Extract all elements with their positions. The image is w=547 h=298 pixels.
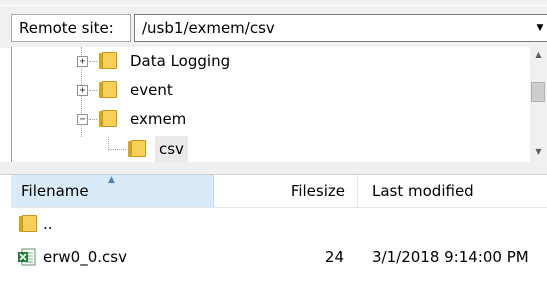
excel-csv-icon	[18, 248, 36, 266]
folder-icon	[19, 215, 38, 232]
column-label: Filename	[21, 182, 89, 200]
expand-icon[interactable]: +	[77, 85, 88, 96]
sort-ascending-icon: ▲	[108, 175, 115, 185]
tree-connector	[89, 119, 97, 120]
expand-icon[interactable]: +	[77, 56, 88, 67]
scroll-down-icon[interactable]: ▼	[530, 144, 547, 160]
pane-splitter[interactable]	[0, 162, 547, 175]
remote-site-bar: Remote site: /usb1/exmem/csv ▼	[0, 5, 547, 48]
file-last-modified: 3/1/2018 9:14:00 PM	[372, 248, 529, 266]
file-name: ..	[43, 215, 53, 233]
remote-file-list: .. erw0_0.csv 24 3/1/2018 9:14:00 PM	[11, 208, 547, 298]
table-row[interactable]: erw0_0.csv 24 3/1/2018 9:14:00 PM	[11, 242, 547, 272]
tree-connector	[89, 61, 97, 62]
folder-icon	[99, 81, 118, 98]
remote-site-path-input[interactable]: /usb1/exmem/csv	[134, 14, 547, 42]
scroll-up-icon[interactable]: ▲	[530, 47, 547, 63]
tree-item-label: exmem	[130, 110, 187, 128]
tree-item-data-logging[interactable]: + Data Logging	[77, 48, 377, 74]
scrollbar-thumb[interactable]	[531, 82, 545, 102]
column-label: Filesize	[290, 182, 345, 200]
tree-item-event[interactable]: + event	[77, 77, 377, 103]
collapse-icon[interactable]: −	[77, 114, 88, 125]
folder-icon	[99, 110, 118, 127]
tree-connector	[89, 90, 97, 91]
column-label: Last modified	[372, 182, 474, 200]
tree-item-exmem[interactable]: − exmem	[77, 106, 377, 132]
tree-item-label: event	[130, 81, 173, 99]
column-header-last-modified[interactable]: Last modified	[358, 175, 547, 207]
tree-item-label: Data Logging	[130, 52, 231, 70]
file-size: 24	[324, 248, 344, 266]
remote-site-label: Remote site:	[11, 14, 131, 42]
remote-directory-tree: + Data Logging + event − exmem csv	[11, 47, 531, 163]
chevron-down-icon[interactable]: ▼	[533, 15, 547, 41]
column-header-filename[interactable]: ▲ Filename	[11, 175, 214, 207]
column-header-filesize[interactable]: Filesize	[214, 175, 358, 207]
tree-scrollbar[interactable]: ▲ ▼	[530, 47, 547, 162]
table-row[interactable]: ..	[11, 209, 547, 239]
file-name: erw0_0.csv	[43, 248, 127, 266]
tree-item-label: csv	[155, 136, 188, 162]
file-list-header: ▲ Filename Filesize Last modified	[11, 175, 547, 208]
tree-connector	[108, 149, 126, 150]
folder-icon	[128, 140, 147, 157]
folder-icon	[99, 52, 118, 69]
tree-item-csv[interactable]: csv	[108, 136, 308, 162]
